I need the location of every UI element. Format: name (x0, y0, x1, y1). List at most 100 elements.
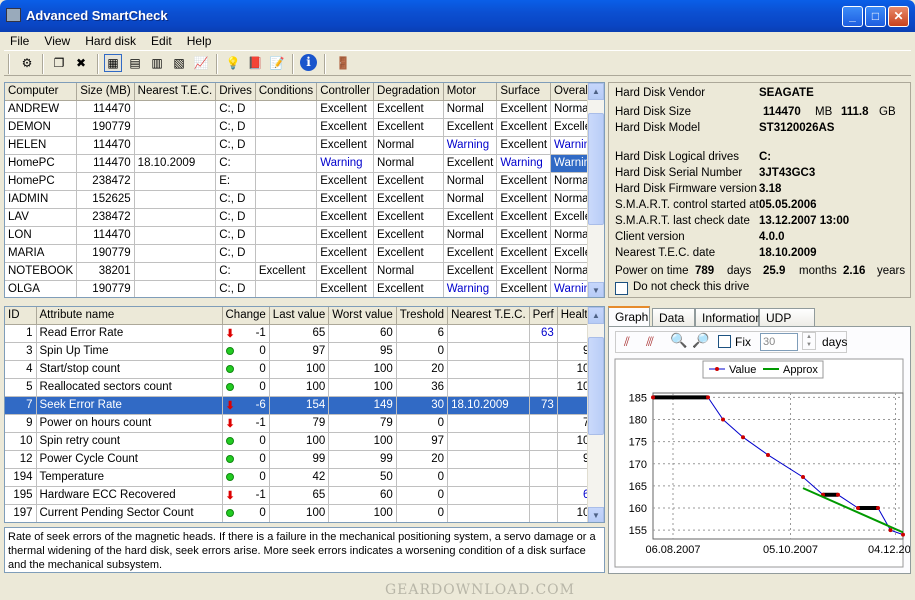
table-row[interactable]: 12Power Cycle Count099992099 (5, 450, 600, 469)
vendor-label: Hard Disk Vendor (615, 87, 706, 99)
computers-column-header[interactable]: Surface (496, 83, 552, 101)
view-split-icon[interactable]: ▤ (126, 54, 144, 72)
lightbulb-icon[interactable]: 💡 (224, 54, 242, 72)
scroll-up-icon[interactable]: ▲ (588, 83, 604, 100)
info-icon[interactable]: i (300, 54, 317, 71)
table-cell: Read Error Rate (36, 324, 223, 343)
tab-data[interactable]: Data (652, 308, 695, 327)
fix-checkbox[interactable] (718, 335, 731, 348)
attributes-panel: ID Attribute name Change Last value Worst va… (4, 306, 605, 523)
computers-column-header[interactable]: Computer (5, 83, 78, 101)
attributes-column-header[interactable]: Worst value (328, 307, 397, 325)
table-row[interactable]: OLGA 190779 C:, D Excellent Excellent Warning… (5, 280, 604, 297)
computers-column-header[interactable]: Controller (316, 83, 375, 101)
computers-column-header[interactable]: Degradation (373, 83, 444, 101)
zoom-out-icon[interactable]: 🔎 (692, 332, 709, 349)
disk-info-panel: Hard Disk Vendor SEAGATE Hard Disk Size 1… (608, 82, 911, 298)
table-row[interactable]: HELEN 114470 C:, D Excellent Normal Warning Ex… (5, 136, 604, 155)
table-row[interactable]: HomePC 238472 E: Excellent Excellent Normal Ex… (5, 172, 604, 191)
attributes-column-header[interactable]: Change (222, 307, 270, 325)
table-cell: Warning (443, 136, 498, 155)
copy-icon[interactable]: ❐ (50, 54, 68, 72)
table-row[interactable]: IADMIN 152625 C:, D Excellent Excellent Norma… (5, 190, 604, 209)
menu-hard-disk[interactable]: Hard disk (79, 32, 142, 48)
table-cell: 114470 (76, 226, 135, 245)
attributes-scrollbar[interactable]: ▲ ▼ (587, 307, 604, 522)
table-row[interactable]: DEMON 190779 C:, D Excellent Excellent Excell… (5, 118, 604, 137)
table-row[interactable]: 7 Seek Error Rate ⬇ -6 154 149 30 18.10.2009 73 (5, 396, 600, 415)
table-row[interactable]: ANDREW 114470 C:, D Excellent Excellent Norma… (5, 100, 604, 119)
menu-edit[interactable]: Edit (145, 32, 178, 48)
attributes-column-header[interactable]: Nearest T.E.C. (447, 307, 530, 325)
line-chart-icon[interactable]: ⫽ (624, 334, 630, 350)
table-cell: Excellent (316, 118, 375, 137)
chart-icon[interactable]: 📈 (192, 54, 210, 72)
table-row[interactable]: MARIA 190779 C:, D Excellent Excellent Excell… (5, 244, 604, 263)
scroll-thumb[interactable] (588, 337, 604, 435)
delete-icon[interactable]: ✖ (72, 54, 90, 72)
computers-column-header[interactable]: Conditions (255, 83, 318, 101)
menu-file[interactable]: File (4, 32, 35, 48)
table-cell: 18.10.2009 (134, 154, 217, 173)
table-row[interactable]: 197Current Pending Sector Count010010001… (5, 504, 600, 522)
table-cell: 0 (222, 432, 270, 451)
tab-udp-log[interactable]: UDP Log (759, 308, 815, 339)
computers-column-header[interactable]: Drives (215, 83, 256, 101)
status-ok-icon (225, 454, 234, 463)
maximize-button[interactable]: □ (865, 6, 886, 27)
scroll-up-icon[interactable]: ▲ (588, 307, 604, 324)
scan-network-icon[interactable]: ⚙ (18, 54, 36, 72)
step-chart-icon[interactable]: ⫻ (646, 334, 654, 350)
attributes-column-header[interactable]: Treshold (396, 307, 449, 325)
table-row[interactable]: 9Power on hours count⬇-17979079 (5, 414, 600, 433)
computers-column-header[interactable]: Size (MB) (76, 83, 135, 101)
view-table-icon[interactable]: ▦ (104, 54, 122, 72)
tab-graph[interactable]: Graph (608, 306, 650, 327)
table-row[interactable]: 3Spin Up Time09795097 (5, 342, 600, 361)
attributes-column-header[interactable]: Attribute name (36, 307, 223, 325)
computers-column-header[interactable]: Motor (443, 83, 498, 101)
change-value: 0 (259, 345, 266, 357)
fix-days-stepper[interactable]: ▲ ▼ (802, 332, 816, 350)
toolbar-separator (97, 54, 99, 74)
table-row[interactable]: NOTEBOOK 38201 C: Excellent Excellent Normal E… (5, 262, 604, 281)
table-cell: Start/stop count (36, 360, 223, 379)
table-cell: 7 (5, 396, 37, 415)
table-row[interactable]: 194 Temperature 0 42 50 0 (5, 468, 600, 487)
table-cell: Excellent (373, 280, 444, 297)
scroll-down-icon[interactable]: ▼ (588, 507, 604, 522)
attributes-column-header[interactable]: ID (5, 307, 37, 325)
scroll-thumb[interactable] (588, 113, 604, 225)
book-icon[interactable]: 📕 (246, 54, 264, 72)
table-cell: 63 (529, 324, 558, 343)
fix-days-input[interactable] (760, 333, 798, 351)
table-row[interactable]: 1 Read Error Rate ⬇ -1 65 60 6 63 (5, 324, 600, 343)
menu-view[interactable]: View (38, 32, 76, 48)
attributes-column-header[interactable]: Perf (529, 307, 558, 325)
table-row[interactable]: 195Hardware ECC Recovered⬇-16560065 (5, 486, 600, 505)
table-row[interactable]: LAV 238472 C:, D Excellent Excellent Excellen… (5, 208, 604, 227)
table-row[interactable]: 5Reallocated sectors count010010036100 (5, 378, 600, 397)
tab-information[interactable]: Information (695, 308, 762, 327)
close-button[interactable]: ✕ (888, 6, 909, 27)
scroll-down-icon[interactable]: ▼ (588, 282, 604, 297)
firmware-value: 3.18 (759, 183, 782, 195)
exit-icon[interactable]: 🚪 (334, 54, 352, 72)
table-row[interactable]: LON 114470 C:, D Excellent Excellent Normal Ex… (5, 226, 604, 245)
zoom-in-icon[interactable]: 🔍 (670, 332, 687, 349)
computers-column-header[interactable]: Nearest T.E.C. (134, 83, 217, 101)
view-details-icon[interactable]: ▧ (170, 54, 188, 72)
notes-icon[interactable]: 📝 (268, 54, 286, 72)
attributes-column-header[interactable]: Last value (269, 307, 330, 325)
table-cell (529, 432, 558, 451)
minimize-button[interactable]: _ (842, 6, 863, 27)
table-row[interactable]: 10Spin retry count010010097100 (5, 432, 600, 451)
menu-help[interactable]: Help (181, 32, 218, 48)
table-row[interactable]: 4Start/stop count010010020100 (5, 360, 600, 379)
view-grid-icon[interactable]: ▥ (148, 54, 166, 72)
table-cell: Excellent (316, 226, 375, 245)
do-not-check-checkbox[interactable] (615, 282, 628, 295)
computers-scrollbar[interactable]: ▲ ▼ (587, 83, 604, 297)
table-cell: Excellent (496, 100, 552, 119)
table-row[interactable]: HomePC 114470 18.10.2009 C: Warning Normal Exc… (5, 154, 604, 173)
